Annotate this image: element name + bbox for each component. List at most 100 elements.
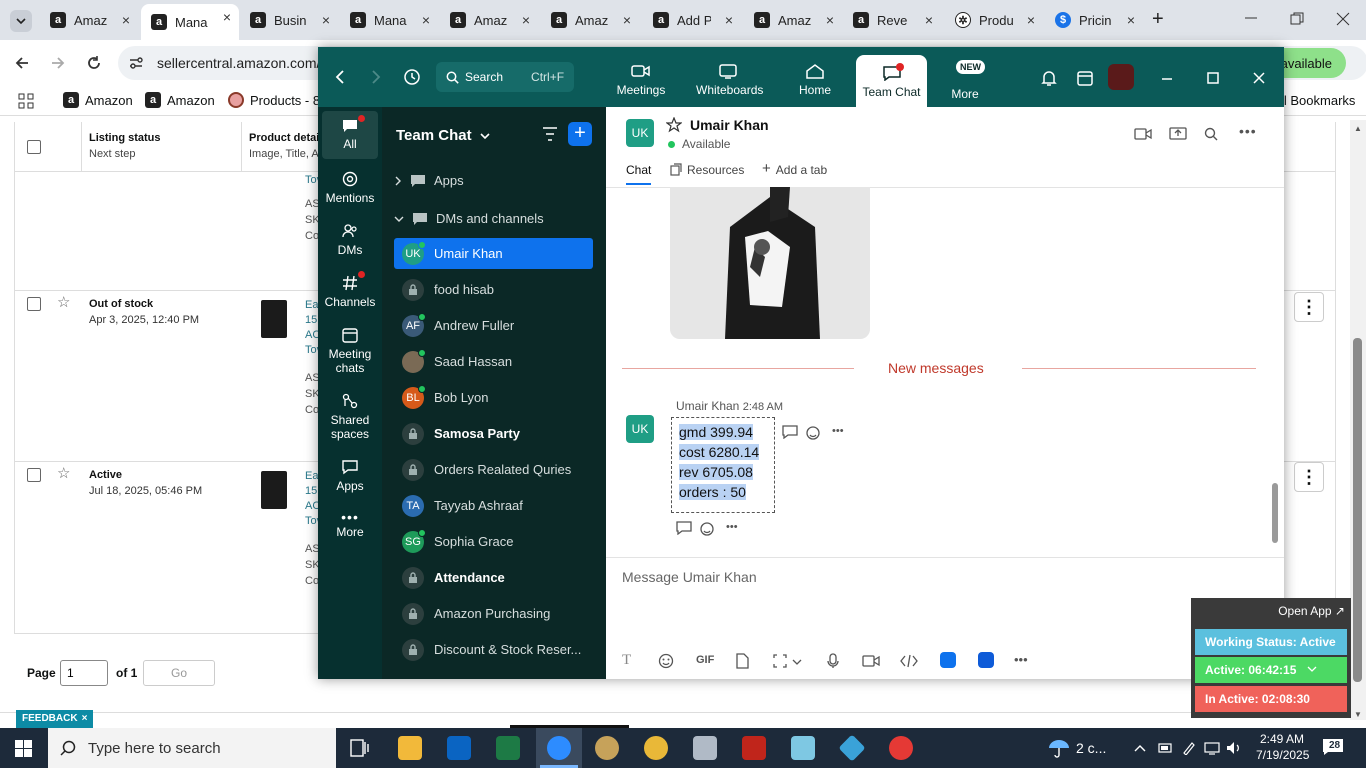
close-tab-icon[interactable]: ×: [322, 12, 330, 28]
new-tab-button[interactable]: +: [1152, 8, 1164, 31]
close-tab-icon[interactable]: ×: [623, 12, 631, 28]
file-explorer-icon[interactable]: [398, 736, 422, 760]
back-icon[interactable]: [334, 70, 346, 84]
browser-tab[interactable]: a Amaz ×: [541, 7, 639, 33]
tab-resources[interactable]: Resources: [670, 163, 744, 177]
close-tab-icon[interactable]: ×: [223, 9, 231, 25]
chevron-down-icon[interactable]: [792, 658, 802, 666]
chevron-down-icon[interactable]: [1307, 665, 1317, 673]
nav-meetings[interactable]: Meetings: [608, 53, 674, 103]
panel-title[interactable]: Team Chat: [396, 127, 490, 144]
code-snippet-icon[interactable]: [900, 654, 918, 668]
emoji-reaction-icon[interactable]: [700, 521, 716, 537]
apps-grid-icon[interactable]: [18, 93, 34, 109]
reload-icon[interactable]: [86, 55, 102, 71]
browser-tab[interactable]: a Amaz ×: [744, 7, 842, 33]
bookmark-amazon-1[interactable]: a Amazon: [63, 92, 133, 108]
rail-item-mentions[interactable]: Mentions: [322, 171, 378, 205]
channel-item[interactable]: AF Andrew Fuller: [394, 310, 593, 341]
app-icon[interactable]: [838, 734, 866, 762]
tab-search-button[interactable]: [10, 10, 32, 32]
nav-team-chat[interactable]: Team Chat: [856, 55, 927, 107]
nav-whiteboards[interactable]: Whiteboards: [696, 53, 763, 103]
page-scrollbar[interactable]: ▲ ▼: [1350, 120, 1366, 720]
nav-home[interactable]: Home: [782, 53, 848, 103]
browser-tab[interactable]: a Add P ×: [643, 7, 741, 33]
calendar-icon[interactable]: [1076, 69, 1094, 87]
scroll-up-icon[interactable]: ▲: [1354, 124, 1362, 133]
channel-item[interactable]: Samosa Party: [394, 418, 593, 449]
app-icon[interactable]: [595, 736, 619, 760]
battery-icon[interactable]: [1158, 742, 1174, 754]
scroll-down-icon[interactable]: ▼: [1354, 710, 1362, 719]
contact-name[interactable]: Umair Khan: [690, 117, 769, 133]
channel-item[interactable]: UK Umair Khan: [394, 238, 593, 269]
channel-item[interactable]: TA Tayyab Ashraaf: [394, 490, 593, 521]
open-app-link[interactable]: Open App ↗: [1278, 604, 1345, 618]
section-apps[interactable]: Apps: [394, 173, 464, 188]
network-icon[interactable]: [1204, 741, 1220, 755]
clock[interactable]: 2:49 AM 7/19/2025: [1256, 731, 1309, 763]
screenshot-icon[interactable]: [772, 653, 788, 669]
calculator-icon[interactable]: [693, 736, 717, 760]
browser-tab[interactable]: a Mana ×: [141, 4, 239, 40]
message-more-icon[interactable]: •••: [832, 425, 844, 437]
go-button[interactable]: Go: [143, 660, 215, 686]
channel-item[interactable]: Saad Hassan: [394, 346, 593, 377]
site-info-icon[interactable]: [128, 56, 144, 70]
feedback-button[interactable]: FEEDBACK ×: [16, 710, 94, 728]
product-image[interactable]: [261, 471, 287, 509]
rail-item-apps[interactable]: Apps: [322, 459, 378, 493]
chrome-icon[interactable]: [889, 736, 913, 760]
excel-icon[interactable]: [496, 736, 520, 760]
bookmark-products[interactable]: Products - 88: [228, 92, 327, 108]
channel-item[interactable]: BL Bob Lyon: [394, 382, 593, 413]
volume-icon[interactable]: [1226, 741, 1242, 755]
channel-item[interactable]: Orders Realated Quries: [394, 454, 593, 485]
minimize-icon[interactable]: [1160, 71, 1174, 85]
channel-item[interactable]: SG Sophia Grace: [394, 526, 593, 557]
bookmark-amazon-2[interactable]: a Amazon: [145, 92, 215, 108]
restore-window-button[interactable]: [1290, 12, 1304, 26]
close-tab-icon[interactable]: ×: [725, 12, 733, 28]
user-avatar[interactable]: [1108, 64, 1134, 90]
row-actions-menu[interactable]: ⋮: [1294, 462, 1324, 492]
composer-input[interactable]: Message Umair Khan: [622, 569, 757, 585]
close-icon[interactable]: ×: [82, 713, 88, 725]
microphone-icon[interactable]: [826, 653, 840, 669]
browser-tab[interactable]: $ Pricin ×: [1045, 7, 1143, 33]
tab-add[interactable]: + Add a tab: [762, 161, 827, 177]
browser-tab[interactable]: ✲ Produ ×: [945, 7, 1043, 33]
rail-item-all-label[interactable]: All: [322, 115, 378, 151]
contact-avatar[interactable]: UK: [626, 119, 654, 147]
task-view-icon[interactable]: [350, 739, 370, 757]
reply-icon[interactable]: [782, 425, 798, 439]
header-product-details[interactable]: Product detail: [249, 132, 322, 144]
all-bookmarks[interactable]: ll Bookmarks: [1281, 93, 1355, 108]
page-number-input[interactable]: [60, 660, 108, 686]
browser-tab[interactable]: a Mana ×: [340, 7, 438, 33]
more-options-icon[interactable]: •••: [1239, 123, 1257, 139]
scrollbar-thumb[interactable]: [1272, 483, 1278, 543]
chat-scrollbar[interactable]: [1270, 187, 1280, 547]
browser-tab[interactable]: a Reve ×: [843, 7, 941, 33]
zoom-taskbar-active[interactable]: [536, 728, 582, 768]
video-message-icon[interactable]: [862, 654, 880, 668]
emoji-icon[interactable]: [658, 653, 674, 669]
filter-icon[interactable]: [542, 127, 558, 141]
message-more-icon[interactable]: •••: [726, 521, 738, 533]
close-window-button[interactable]: [1336, 12, 1350, 26]
minimize-window-button[interactable]: [1244, 10, 1258, 24]
windows-start-icon[interactable]: [15, 740, 32, 757]
taskbar-search[interactable]: Type here to search: [48, 728, 336, 768]
section-dms[interactable]: DMs and channels: [394, 211, 544, 226]
browser-tab[interactable]: a Amaz ×: [440, 7, 538, 33]
tab-chat[interactable]: Chat: [626, 163, 652, 185]
close-icon[interactable]: [1252, 71, 1266, 85]
format-text-icon[interactable]: T: [622, 652, 631, 669]
zoom-app-icon[interactable]: [940, 652, 956, 668]
back-arrow-icon[interactable]: [14, 55, 30, 71]
star-icon[interactable]: ☆: [57, 464, 70, 482]
new-chat-button[interactable]: +: [568, 122, 592, 146]
rail-item-channels[interactable]: Channels: [322, 271, 378, 309]
